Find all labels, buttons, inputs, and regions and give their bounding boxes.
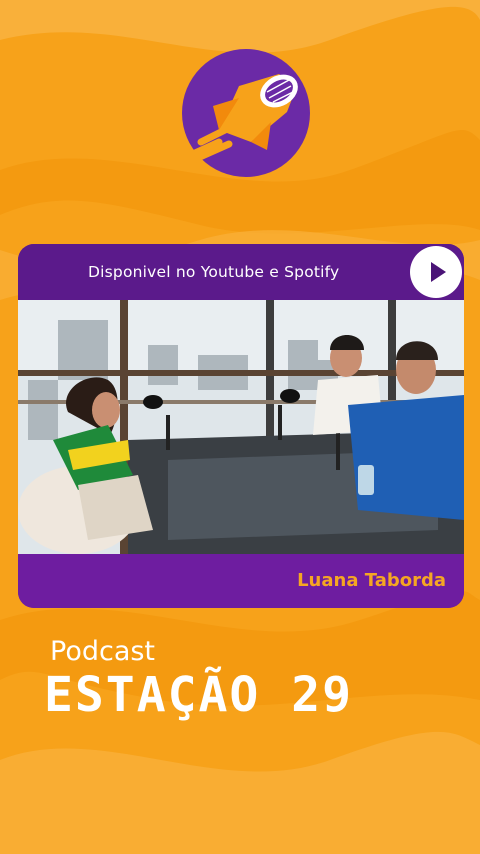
podcast-label: Podcast xyxy=(50,636,156,667)
play-icon xyxy=(431,262,446,282)
episode-photo xyxy=(18,300,464,554)
card-footer: Luana Taborda xyxy=(18,554,464,608)
rocket-microphone-logo-icon xyxy=(179,49,310,177)
episode-card: Disponivel no Youtube e Spotify Luana Ta… xyxy=(18,244,464,608)
play-button[interactable] xyxy=(410,246,462,298)
card-header: Disponivel no Youtube e Spotify xyxy=(18,244,464,300)
guest-name: Luana Taborda xyxy=(297,570,446,591)
availability-tagline: Disponivel no Youtube e Spotify xyxy=(88,263,340,281)
podcast-title: ESTAÇÃO 29 xyxy=(44,667,353,723)
